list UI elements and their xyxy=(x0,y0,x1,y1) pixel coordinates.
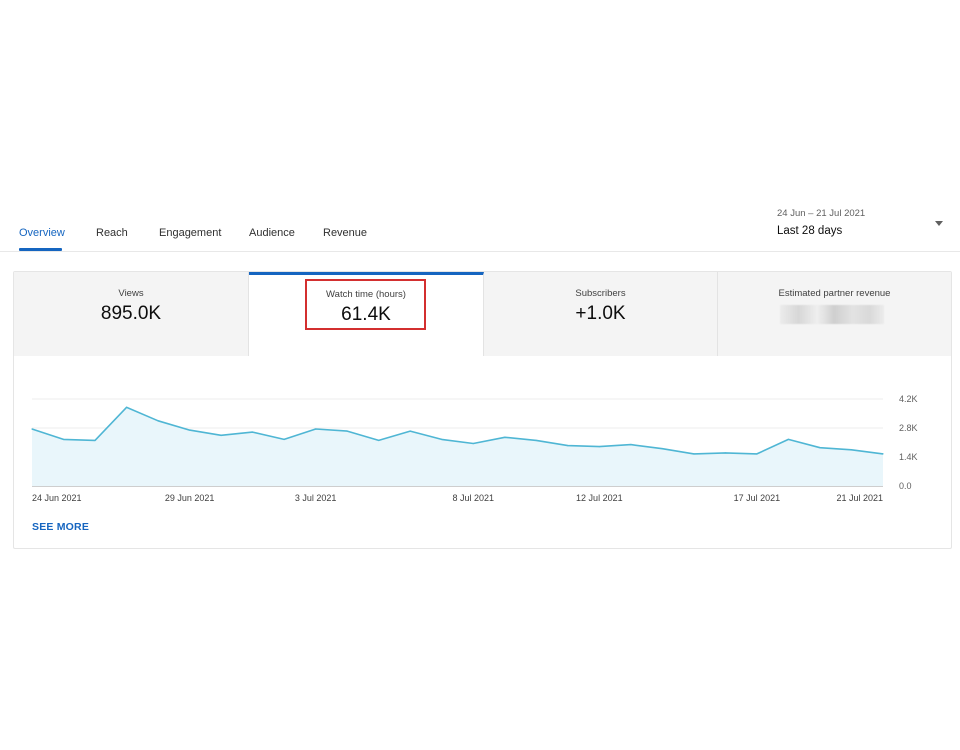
see-more-link[interactable]: SEE MORE xyxy=(32,521,89,533)
data-point xyxy=(850,449,853,451)
data-point xyxy=(756,453,758,455)
y-tick-label: 2.8K xyxy=(899,423,918,433)
y-tick-label: 4.2K xyxy=(899,394,918,404)
y-tick-label: 0.0 xyxy=(899,481,912,491)
data-point xyxy=(567,445,569,447)
data-point xyxy=(441,438,443,440)
data-point xyxy=(252,431,254,433)
x-tick-label: 17 Jul 2021 xyxy=(734,493,781,503)
data-point xyxy=(125,406,128,408)
data-point xyxy=(882,453,884,455)
watch-time-chart: 0.0 1.4K 2.8K 4.2K 24 Jun 2021 29 Jun 2021 3 J… xyxy=(31,394,918,503)
x-tick-label: 8 Jul 2021 xyxy=(452,493,494,503)
data-point xyxy=(283,438,285,440)
x-tick-label: 21 Jul 2021 xyxy=(836,493,883,503)
data-point xyxy=(378,439,380,442)
data-point xyxy=(661,448,663,450)
data-point xyxy=(598,446,600,448)
data-point xyxy=(724,452,727,454)
data-point xyxy=(630,443,632,446)
data-point xyxy=(157,420,159,422)
data-point xyxy=(31,428,33,430)
series-area xyxy=(32,407,883,486)
data-point xyxy=(188,429,191,431)
data-point xyxy=(535,439,537,442)
data-point xyxy=(819,447,821,449)
x-tick-label: 12 Jul 2021 xyxy=(576,493,623,503)
data-point xyxy=(693,453,695,455)
data-point xyxy=(346,430,348,432)
x-tick-label: 29 Jun 2021 xyxy=(165,493,215,503)
data-point xyxy=(62,438,65,440)
data-point xyxy=(787,438,790,440)
data-point xyxy=(220,434,222,436)
y-tick-label: 1.4K xyxy=(899,452,918,462)
data-point xyxy=(409,430,411,432)
data-point xyxy=(472,442,474,445)
data-point xyxy=(315,428,317,430)
data-point xyxy=(504,436,506,438)
x-tick-label: 24 Jun 2021 xyxy=(32,493,82,503)
data-point xyxy=(94,439,96,442)
x-tick-label: 3 Jul 2021 xyxy=(295,493,337,503)
